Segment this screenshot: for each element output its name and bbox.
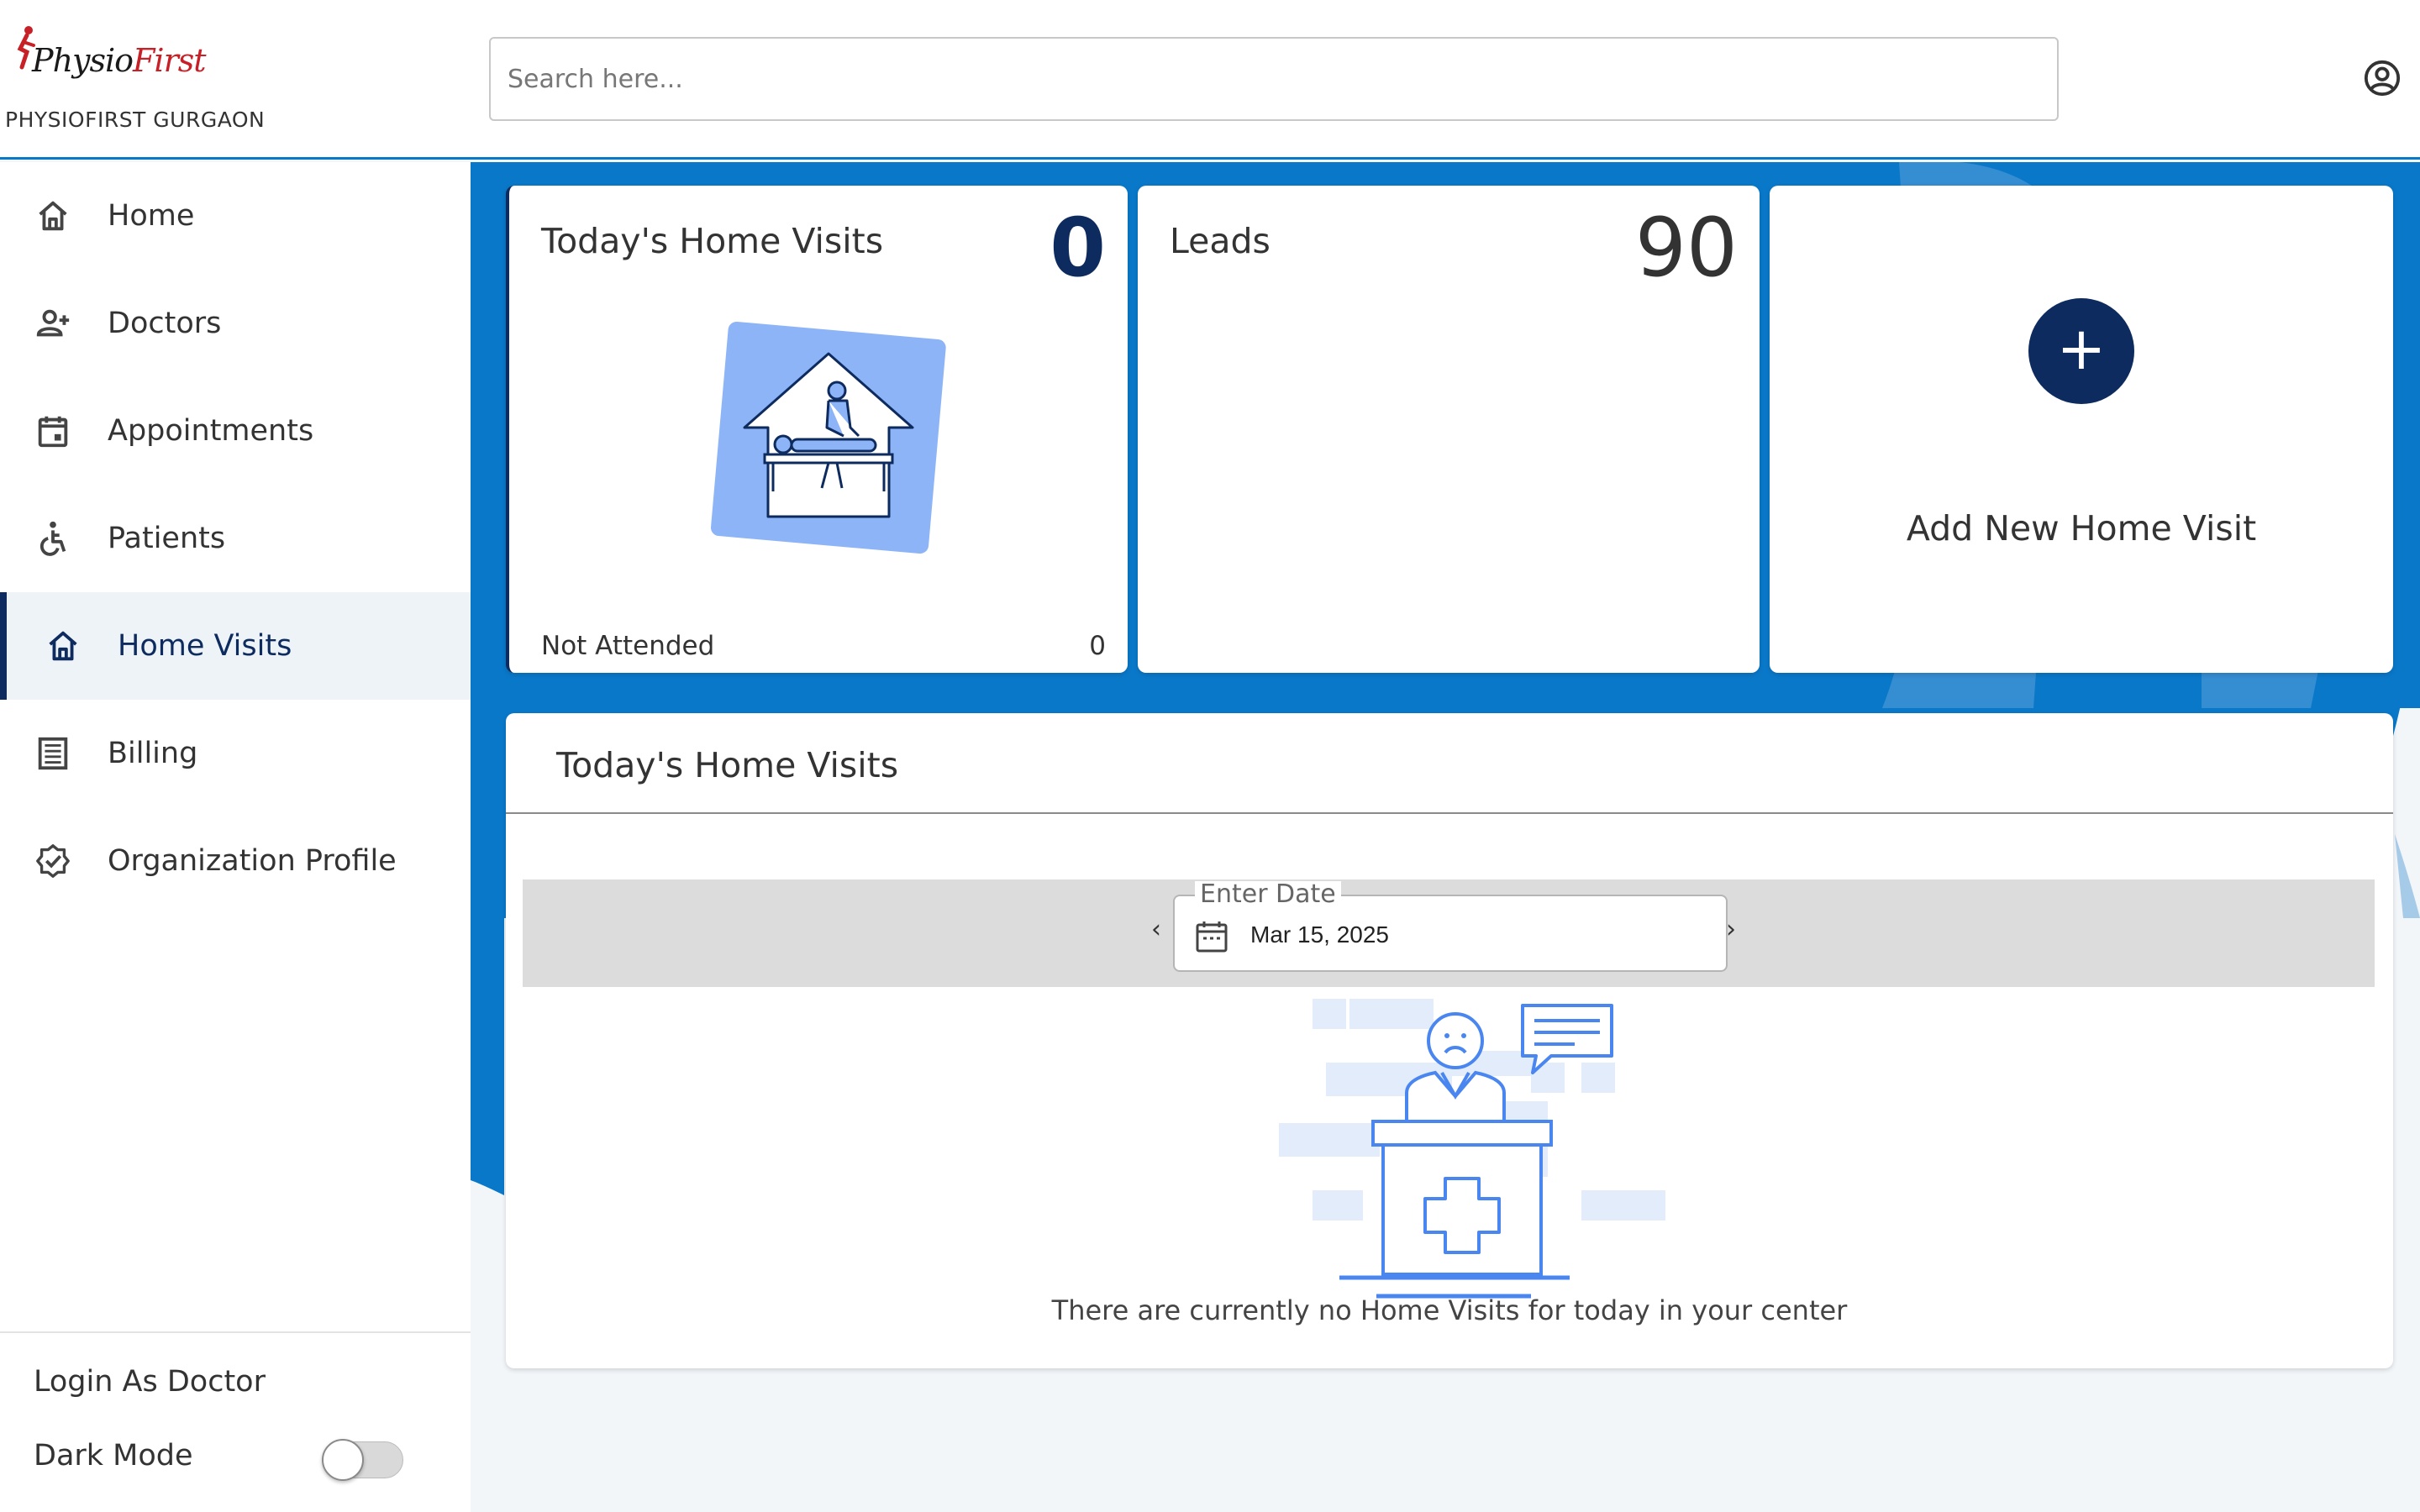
sidebar-item-home-visits[interactable]: Home Visits bbox=[0, 592, 471, 700]
sidebar-item-label: Organization Profile bbox=[108, 844, 397, 878]
date-value: Mar 15, 2025 bbox=[1250, 921, 1389, 948]
sidebar-item-label: Billing bbox=[108, 737, 198, 770]
sidebar-item-doctors[interactable]: Doctors bbox=[0, 270, 471, 377]
previous-date-button[interactable]: ‹ bbox=[1151, 915, 1161, 944]
user-plus-icon bbox=[36, 309, 70, 337]
home-icon bbox=[49, 631, 77, 661]
account-circle-icon[interactable] bbox=[2363, 59, 2402, 97]
panel-divider bbox=[506, 812, 2393, 814]
not-attended-value: 0 bbox=[1089, 631, 1106, 661]
sidebar-divider bbox=[0, 1331, 471, 1333]
home-icon bbox=[39, 201, 67, 231]
sidebar-item-label: Appointments bbox=[108, 414, 314, 448]
sidebar-item-organization-profile[interactable]: Organization Profile bbox=[0, 807, 471, 915]
physiofirst-logo[interactable]: PhysioFirst bbox=[8, 24, 207, 91]
todays-home-visits-card: Today's Home Visits 0 Not Attended 0 bbox=[506, 186, 1128, 673]
sidebar: Home Doctors Appointments Patients Home … bbox=[0, 162, 471, 1512]
dark-mode-label: Dark Mode bbox=[34, 1439, 193, 1473]
leads-count: 90 bbox=[1634, 201, 1738, 295]
sidebar-item-billing[interactable]: Billing bbox=[0, 700, 471, 807]
card-title: Today's Home Visits bbox=[541, 221, 884, 261]
organization-name: PHYSIOFIRST GURGAON bbox=[5, 108, 266, 132]
calendar-icon bbox=[38, 416, 68, 448]
toggle-knob bbox=[322, 1439, 364, 1481]
sidebar-item-label: Patients bbox=[108, 522, 226, 555]
search-input[interactable] bbox=[489, 37, 2059, 121]
login-as-doctor-link[interactable]: Login As Doctor bbox=[34, 1365, 266, 1399]
logo-wordmark: PhysioFirst bbox=[32, 42, 207, 79]
home-physiotherapy-illustration bbox=[710, 321, 946, 554]
not-attended-label: Not Attended bbox=[541, 631, 715, 661]
sidebar-item-home[interactable]: Home bbox=[0, 162, 471, 270]
date-navigator: ‹ Enter Date Mar 15, 2025 › bbox=[523, 879, 2375, 987]
empty-state-message: There are currently no Home Visits for t… bbox=[1051, 1294, 1848, 1326]
home-visits-panel: Today's Home Visits ‹ Enter Date Mar 15,… bbox=[506, 713, 2393, 1368]
sidebar-item-label: Doctors bbox=[108, 307, 222, 340]
sidebar-item-patients[interactable]: Patients bbox=[0, 485, 471, 592]
no-visits-doctor-illustration bbox=[1279, 999, 1665, 1299]
verified-badge-icon bbox=[36, 844, 70, 878]
next-date-button[interactable]: › bbox=[1726, 915, 1736, 944]
home-visits-count: 0 bbox=[1050, 201, 1106, 295]
panel-title: Today's Home Visits bbox=[556, 745, 899, 785]
add-home-visit-label[interactable]: Add New Home Visit bbox=[1770, 508, 2393, 549]
sidebar-item-label: Home bbox=[108, 199, 195, 233]
leads-card[interactable]: Leads 90 bbox=[1138, 186, 1760, 673]
date-field-label: Enter Date bbox=[1195, 881, 1341, 908]
top-header: PhysioFirst PHYSIOFIRST GURGAON bbox=[0, 0, 2420, 160]
calendar-icon bbox=[1196, 921, 1228, 953]
add-new-home-visit-card[interactable]: + Add New Home Visit bbox=[1770, 186, 2393, 673]
main-content: Today's Home Visits 0 Not Attended 0 Lea… bbox=[471, 162, 2420, 1512]
add-home-visit-button[interactable]: + bbox=[2028, 298, 2134, 404]
receipt-icon bbox=[38, 737, 68, 770]
sidebar-item-appointments[interactable]: Appointments bbox=[0, 377, 471, 485]
dark-mode-toggle[interactable] bbox=[322, 1439, 403, 1481]
sidebar-item-label: Home Visits bbox=[118, 629, 292, 663]
accessible-icon bbox=[39, 521, 66, 556]
card-title: Leads bbox=[1170, 221, 1270, 261]
date-picker-field[interactable]: Enter Date Mar 15, 2025 bbox=[1173, 881, 1728, 972]
